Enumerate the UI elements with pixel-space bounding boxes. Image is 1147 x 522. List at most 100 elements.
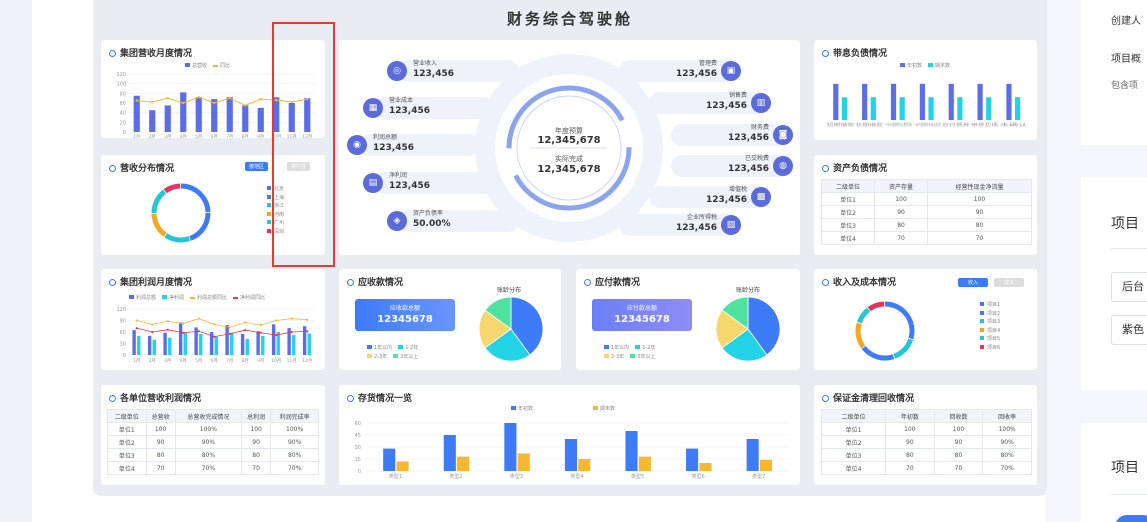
actual-label: 实际完成	[555, 155, 583, 163]
legend-label: 项目4	[987, 327, 1001, 334]
stat-block: 企业所得税 123,456	[645, 212, 717, 233]
stat-block: 营业成本 123,456	[389, 95, 430, 116]
center-panel: 年度预算 12,345,678 实际完成 12,345,678 ◎ 营业收入 123…	[339, 40, 800, 255]
x-tick-label: 类型5	[631, 473, 644, 480]
tick-label: 60	[120, 330, 126, 336]
bar	[132, 330, 136, 355]
legend-item: 项目3	[980, 318, 1000, 327]
table-cell: 90	[145, 435, 176, 449]
table-header-cell: 二级单位	[107, 409, 147, 423]
table-cell: 90	[240, 435, 272, 449]
x-tick-label: 应付债券	[942, 121, 969, 127]
legend-swatch	[267, 220, 271, 224]
asset-debt-card: 资产负债情况 二级单位 资产存量 经营性现金净流量 单位1 100 100 单位2 90 90 单…	[814, 155, 1037, 255]
section-title: 项目	[1111, 216, 1139, 232]
table-cell: 80	[927, 218, 1032, 232]
color-input[interactable]: 紫色	[1111, 315, 1147, 345]
point	[259, 331, 262, 334]
bar	[699, 463, 712, 471]
table-cell: 单位4	[107, 461, 147, 475]
point	[197, 96, 200, 99]
background-input[interactable]: 后台	[1111, 272, 1147, 302]
receivable-pie	[478, 296, 544, 362]
table-header-cell: 总利润	[240, 409, 272, 423]
bar	[261, 335, 265, 355]
debt-chart: 短期借款 长期借款 一年内到期的长期负债一年内到期的非流动负债应付债券 带息负债 未确认	[827, 83, 1027, 127]
stat-icon: ◎	[387, 61, 407, 81]
point	[275, 319, 278, 322]
point	[213, 323, 216, 326]
x-tick-label: 6月	[211, 358, 218, 364]
stat-label: 净利润	[389, 172, 408, 179]
table-cell: 100	[240, 422, 272, 436]
stat-label: 企业所得税	[686, 214, 717, 221]
table-cell: 100	[885, 422, 935, 436]
income-cost-donut	[855, 301, 915, 361]
bar	[149, 110, 156, 132]
x-tick-label: 3月	[164, 134, 171, 138]
table-cell: 80%	[982, 448, 1032, 462]
x-tick-label: 类型4	[570, 473, 583, 480]
bar	[948, 83, 954, 120]
x-tick-label: 8月	[242, 358, 249, 364]
x-tick-label: 一年内到期的长期负债	[884, 121, 911, 127]
x-tick-label: 9月	[257, 134, 264, 138]
x-tick-label: 未确认	[1000, 121, 1027, 127]
profit-month-chart: 120 90 60 30 0 1月 2月 3月 4月 5月 6月 7月 8月 9月 10月 11月 12月	[116, 307, 315, 364]
table-header-cell: 资产存量	[874, 179, 929, 193]
table-cell: 单位3	[820, 218, 876, 232]
contains-label: 包含项	[1111, 81, 1139, 91]
card-title: 保证金清理回收情况	[833, 394, 915, 404]
bar	[928, 97, 934, 120]
table-cell: 80	[240, 448, 272, 462]
bar	[870, 97, 876, 120]
x-tick-label: 1月	[133, 134, 140, 138]
bar	[517, 453, 530, 471]
point	[151, 323, 154, 326]
section-title: 项目	[1111, 460, 1139, 476]
tick-label: 60	[355, 421, 361, 427]
table-header-cell: 总营收完成情况	[174, 409, 242, 423]
table-cell: 100	[145, 422, 176, 436]
table-header-cell: 利润完成率	[270, 409, 319, 423]
donut-slice	[164, 233, 191, 243]
highlight-selection-box	[272, 22, 335, 267]
table-row: 单位4 70 70 70%	[821, 461, 1032, 475]
bar	[307, 333, 311, 355]
point	[197, 330, 200, 333]
tick-label: 120	[116, 72, 126, 78]
x-tick-label: 类型3	[510, 473, 523, 480]
stat-icon: ◉	[347, 135, 367, 155]
donut-slice	[861, 345, 895, 361]
tick-label: 120	[116, 307, 126, 313]
bar	[256, 331, 260, 355]
inventory-chart: 60 45 30 15 0 类型1 类型2 类型3 类型4 类型5 类型6 类型7	[355, 421, 789, 480]
point	[135, 319, 138, 322]
stat-label: 增值税	[728, 186, 747, 193]
bar	[890, 83, 897, 120]
tick-label: 45	[355, 433, 361, 439]
bar	[302, 326, 307, 355]
table-header-cell: 经营性现金净流量	[927, 179, 1032, 193]
table-cell: 100%	[174, 422, 242, 436]
table-cell: 100%	[982, 422, 1032, 436]
tick-label: 80	[120, 91, 126, 97]
stat-value: 123,456	[706, 195, 747, 205]
point	[244, 328, 247, 332]
table-row: 单位4 70 70% 70 70%	[107, 461, 319, 475]
stat-block: 已交税费 123,456	[697, 153, 769, 174]
point	[244, 104, 247, 107]
legend-label: 项目2	[987, 310, 1001, 317]
table-cell: 70	[874, 231, 929, 245]
donut-slice	[151, 189, 167, 214]
help-bubble-button[interactable]	[1115, 515, 1147, 522]
bar	[986, 97, 992, 120]
bar	[226, 97, 233, 132]
stat-value: 123,456	[413, 69, 454, 79]
table-header-cell: 二级单位	[821, 409, 886, 423]
legend: 项目1 项目2 项目3 项目4 项目5 项目6	[980, 301, 1000, 352]
table-row: 单位3 80 80% 80 80%	[107, 448, 319, 462]
income-cost-card: 收入及成本情况 收入 成本 项目1 项目2 项目3 项目4 项目5 项目6	[814, 269, 1037, 370]
tick-label: 0	[123, 130, 126, 136]
point	[259, 97, 262, 101]
